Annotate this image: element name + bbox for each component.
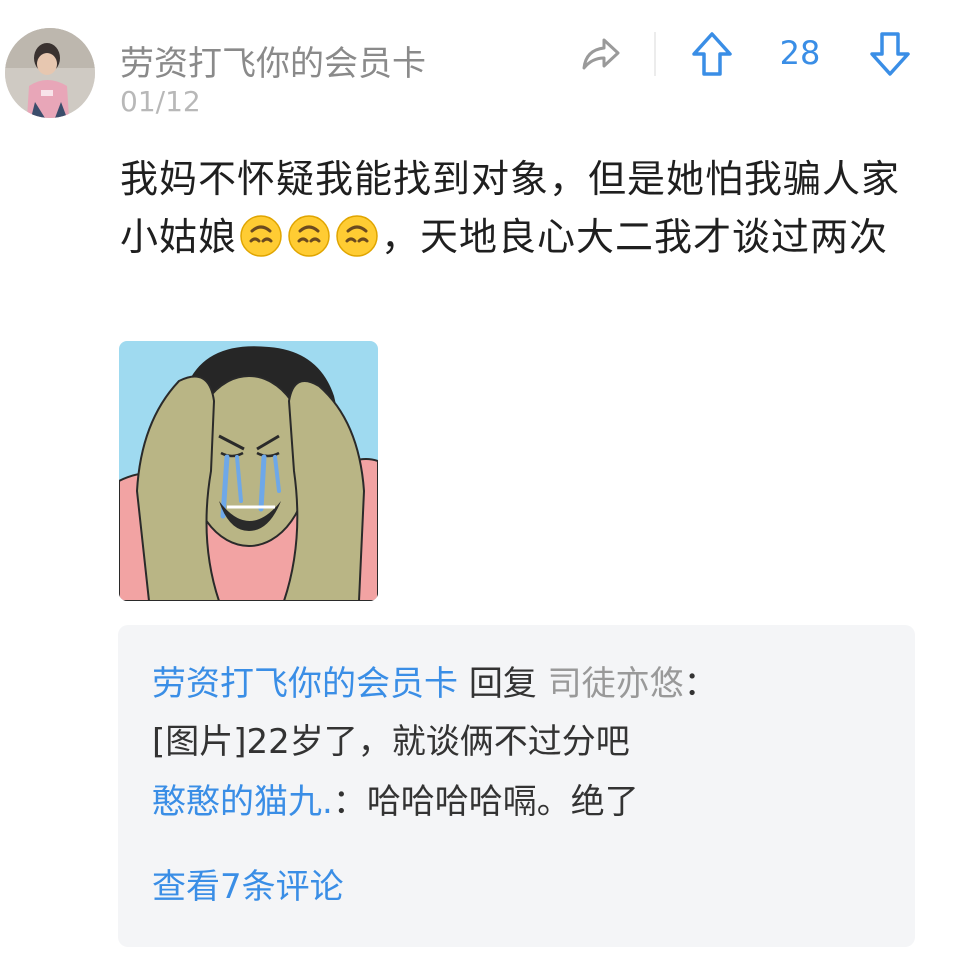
view-all-comments-link[interactable]: 查看7条评论 [152,859,344,908]
comment-separator: ： [683,664,718,704]
comments-panel: 劳资打飞你的会员卡 回复 司徒亦悠： [图片]22岁了，就谈俩不过分吧 憨憨的猫… [118,625,915,947]
reply-word: 回复 [468,664,537,704]
downvote-icon [870,32,910,76]
post-date: 01/12 [120,85,201,118]
comment-item[interactable]: 憨憨的猫九.：哈哈哈哈嗝。绝了 [152,773,892,831]
vote-count: 28 [779,34,821,72]
upvote-icon [692,32,732,76]
comment-text: 哈哈哈哈嗝。绝了 [366,782,639,822]
avatar[interactable] [5,28,95,118]
downvote-button[interactable] [868,30,912,78]
post-content: 我妈不怀疑我能找到对象，但是她怕我骗人家小姑娘 ，天地良心大二我才谈过两次 [120,150,920,266]
post-image[interactable] [119,341,378,601]
post-text-part2: ，天地良心大二我才谈过两次 [381,215,889,259]
share-icon [582,38,620,70]
comment-text: [图片]22岁了，就谈俩不过分吧 [152,722,630,762]
upside-down-face-icon [240,215,282,257]
toolbar-divider [654,32,656,76]
avatar-image [5,28,95,118]
upvote-button[interactable] [690,30,734,78]
comment-item[interactable]: 劳资打飞你的会员卡 回复 司徒亦悠： [图片]22岁了，就谈俩不过分吧 [152,655,892,771]
upside-down-face-icon [288,215,330,257]
comment-separator: ： [332,782,367,822]
post-card: 劳资打飞你的会员卡 01/12 28 我妈不怀疑我能找到对象，但是她怕我骗人家小… [0,0,960,973]
comment-author[interactable]: 憨憨的猫九. [152,782,333,822]
post-username[interactable]: 劳资打飞你的会员卡 [120,36,426,85]
crying-cartoon-image [119,341,378,601]
reply-to-user[interactable]: 司徒亦悠 [548,664,684,704]
share-button[interactable] [578,34,622,74]
upside-down-face-icon [336,215,378,257]
comment-author[interactable]: 劳资打飞你的会员卡 [152,664,458,704]
